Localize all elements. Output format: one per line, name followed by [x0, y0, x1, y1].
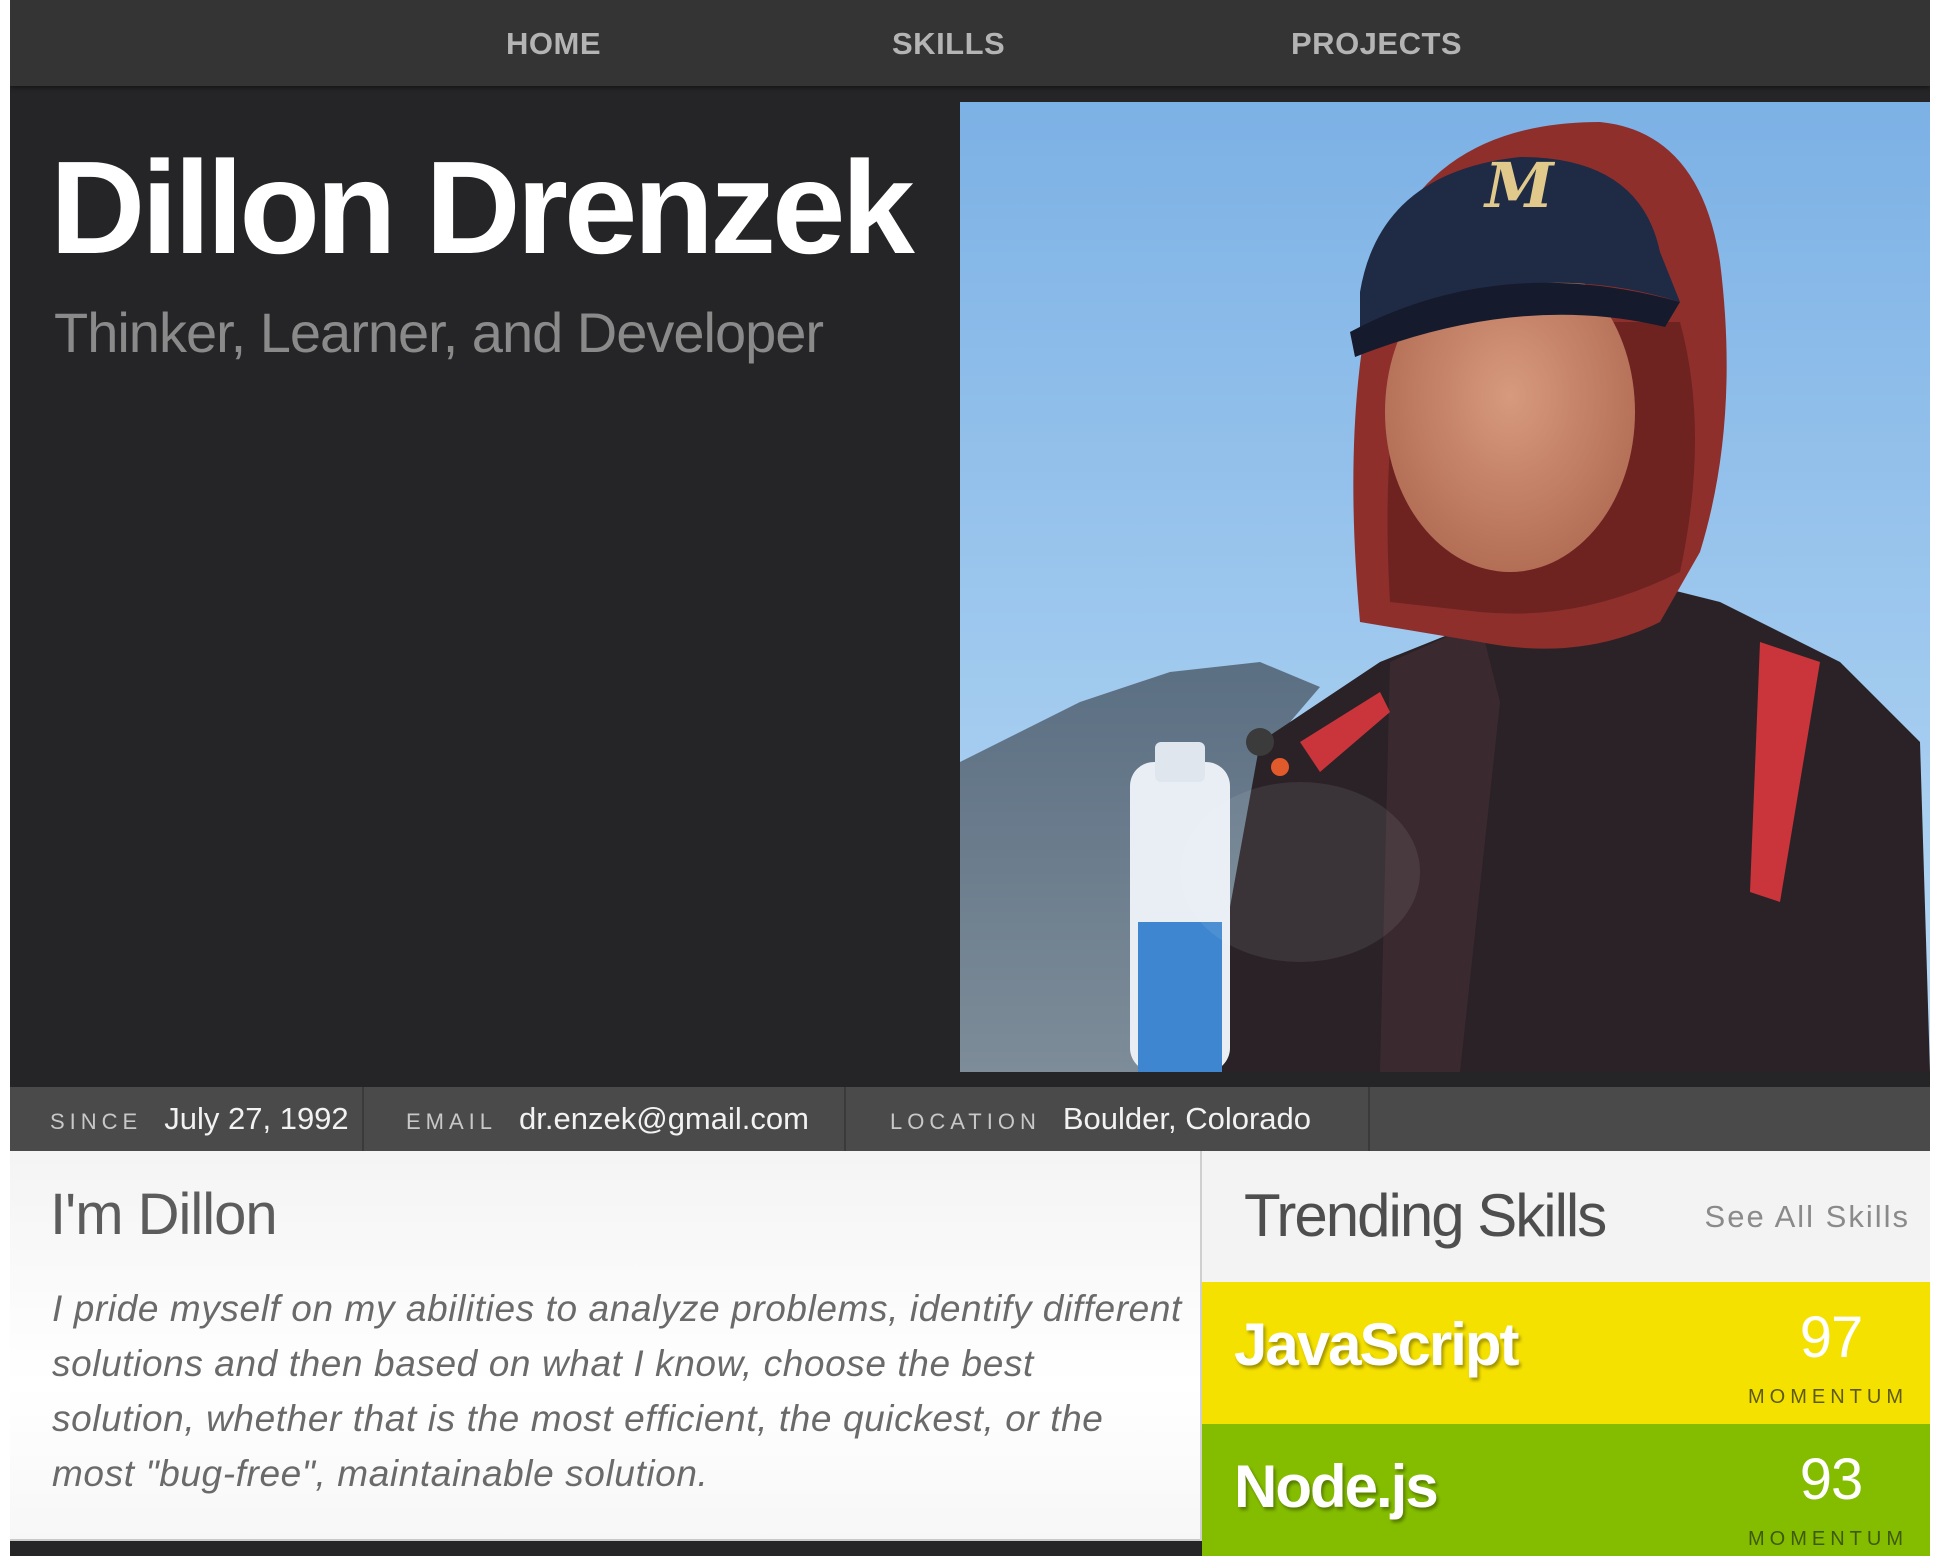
- email-value[interactable]: dr.enzek@gmail.com: [519, 1101, 809, 1136]
- skill-score: 93: [1799, 1447, 1864, 1512]
- nav-projects[interactable]: PROJECTS: [1291, 24, 1462, 64]
- nav-home[interactable]: HOME: [506, 24, 601, 64]
- skill-score: 97: [1799, 1305, 1864, 1370]
- hero-name: Dillon Drenzek: [50, 134, 915, 281]
- location-value: Boulder, Colorado: [1062, 1101, 1311, 1136]
- about-divider: [10, 1539, 1200, 1541]
- skill-caption: MOMENTUM: [1748, 1528, 1908, 1550]
- hero-tagline: Thinker, Learner, and Developer: [54, 301, 824, 364]
- top-nav: HOME SKILLS PROJECTS: [10, 0, 1930, 86]
- about-title: I'm Dillon: [50, 1182, 278, 1247]
- location-label: LOCATION: [890, 1109, 1041, 1134]
- skills-title: Trending Skills: [1244, 1182, 1607, 1249]
- skill-row-nodejs[interactable]: Node.js 93 MOMENTUM: [1202, 1424, 1930, 1556]
- info-email: EMAIL dr.enzek@gmail.com: [366, 1087, 846, 1151]
- skill-name: Node.js: [1234, 1453, 1439, 1520]
- see-all-skills-link[interactable]: See All Skills: [1705, 1199, 1910, 1235]
- info-since: SINCE July 27, 1992: [10, 1087, 364, 1151]
- profile-photo: M: [960, 102, 1930, 1072]
- trending-skills-panel: Trending Skills See All Skills JavaScrip…: [1202, 1151, 1930, 1556]
- page-frame: HOME SKILLS PROJECTS Dillon Drenzek Thin…: [10, 0, 1930, 1556]
- since-value: July 27, 1992: [164, 1101, 349, 1136]
- info-location: LOCATION Boulder, Colorado: [848, 1087, 1370, 1151]
- since-label: SINCE: [50, 1109, 143, 1134]
- skill-name: JavaScript: [1234, 1311, 1520, 1378]
- nav-skills[interactable]: SKILLS: [892, 24, 1005, 64]
- skill-caption: MOMENTUM: [1748, 1386, 1908, 1408]
- info-bar: SINCE July 27, 1992 EMAIL dr.enzek@gmail.c…: [10, 1087, 1930, 1151]
- about-section: I'm Dillon I pride myself on my abilitie…: [10, 1151, 1202, 1541]
- svg-text:M: M: [1483, 149, 1556, 222]
- profile-photo-illustration: M: [960, 102, 1930, 1072]
- email-label: EMAIL: [406, 1109, 498, 1134]
- about-text: I pride myself on my abilities to analyz…: [52, 1288, 1182, 1494]
- skill-row-javascript[interactable]: JavaScript 97 MOMENTUM: [1202, 1282, 1930, 1424]
